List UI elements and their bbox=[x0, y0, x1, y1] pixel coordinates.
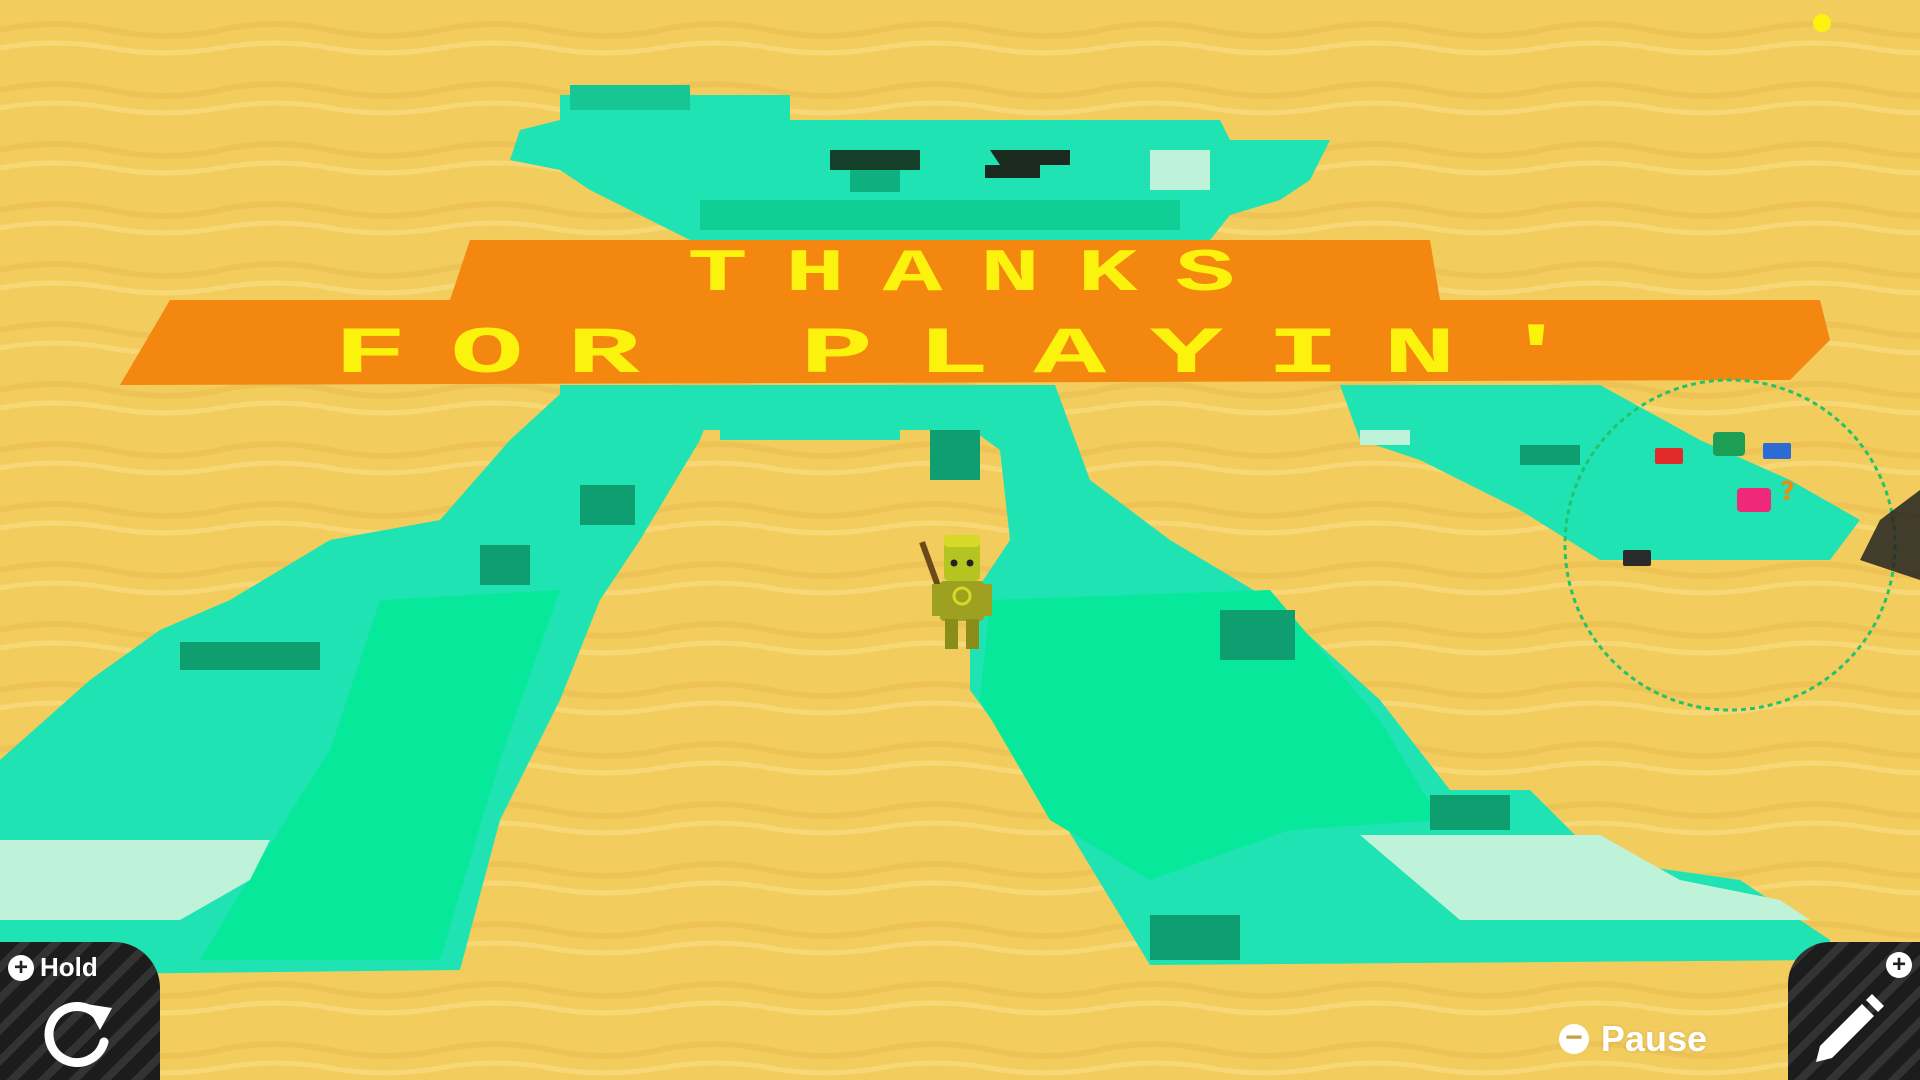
edit-panel[interactable]: + bbox=[1788, 942, 1920, 1080]
creature-ear-left bbox=[570, 85, 690, 110]
radar-enemy-pink bbox=[1737, 488, 1771, 512]
creature-arm-right-highlight bbox=[1360, 430, 1410, 445]
banner-line1: THANKS bbox=[687, 240, 1272, 308]
creature-leg-left-mark bbox=[180, 642, 320, 670]
player-leg-left bbox=[945, 619, 958, 649]
player-arm-left bbox=[932, 584, 942, 616]
rotate-arrow-icon[interactable] bbox=[38, 994, 118, 1074]
player-eye-right bbox=[966, 559, 974, 567]
creature-leg-left-mark2 bbox=[480, 545, 530, 585]
radar-enemy-green bbox=[1713, 432, 1745, 456]
creature-leg-right-mark2 bbox=[1430, 795, 1510, 830]
creature-leg-right-mark bbox=[1220, 610, 1295, 660]
pencil-icon[interactable] bbox=[1806, 982, 1892, 1068]
player-eye-left bbox=[950, 559, 958, 567]
plus-button-icon: + bbox=[1886, 952, 1912, 978]
sun-dot bbox=[1813, 14, 1831, 32]
minus-button-icon: − bbox=[1558, 1023, 1589, 1054]
creature-leg-right-mark3 bbox=[1150, 915, 1240, 960]
hold-label-row: + Hold bbox=[8, 952, 98, 983]
player-leg-right bbox=[966, 619, 979, 649]
creature-eye-left-lower bbox=[850, 170, 900, 192]
hold-panel[interactable]: + Hold bbox=[0, 942, 160, 1080]
pause-control[interactable]: − Pause bbox=[1558, 1018, 1707, 1060]
pause-label: Pause bbox=[1600, 1018, 1707, 1059]
player-arm-right bbox=[982, 584, 992, 616]
creature-arm-right-mark bbox=[1520, 445, 1580, 465]
radar-enemy-blue bbox=[1763, 443, 1791, 459]
banner-line2: FOR PLAYIN' bbox=[334, 318, 1616, 392]
game-scene: THANKS FOR PLAYIN' ? bbox=[0, 0, 1920, 1080]
radar-question-mark: ? bbox=[1780, 477, 1795, 507]
creature-eye-left bbox=[830, 150, 920, 170]
creature-leg-right-mark4 bbox=[930, 430, 980, 480]
radar-enemy-red bbox=[1655, 448, 1683, 464]
player-hair bbox=[944, 535, 980, 547]
radar-enemy-black bbox=[1623, 550, 1651, 566]
creature-leg-left-mark3 bbox=[580, 485, 635, 525]
hold-label: Hold bbox=[40, 952, 98, 982]
plus-button-icon: + bbox=[8, 954, 34, 981]
creature-head-highlight bbox=[1150, 150, 1210, 190]
creature-head-shade bbox=[700, 200, 1180, 230]
